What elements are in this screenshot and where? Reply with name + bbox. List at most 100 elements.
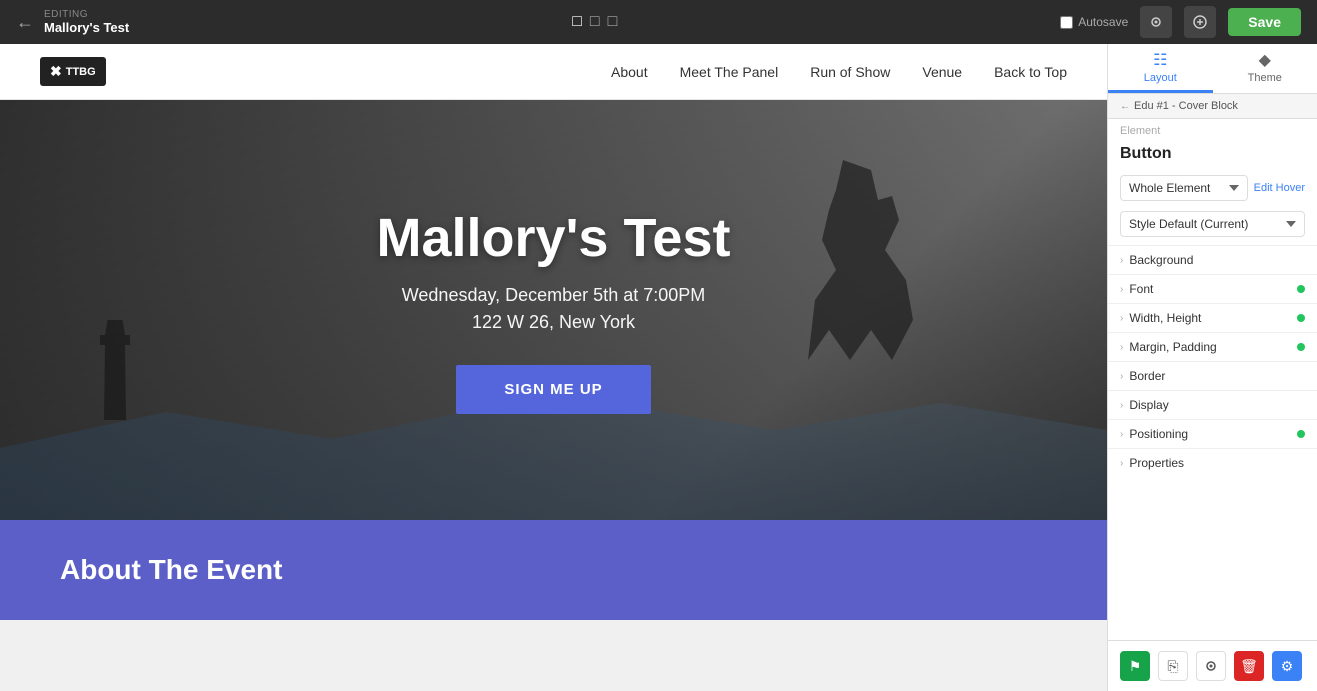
prop-row-background-left: › Background	[1120, 253, 1193, 267]
prop-chevron-icon: ›	[1120, 284, 1123, 295]
prop-row-properties-left: › Properties	[1120, 456, 1184, 470]
prop-chevron-icon: ›	[1120, 255, 1123, 266]
prop-chevron-icon: ›	[1120, 342, 1123, 353]
hero-cta-button[interactable]: SIGN ME UP	[456, 365, 650, 414]
save-button[interactable]: Save	[1228, 8, 1301, 36]
delete-element-button[interactable]: 🗑	[1234, 651, 1264, 681]
prop-row-wh-left: › Width, Height	[1120, 311, 1201, 325]
save-element-button[interactable]: ⚑	[1120, 651, 1150, 681]
panel-tabs: ☷ Layout ◆ Theme	[1108, 44, 1317, 94]
about-section: About The Event	[0, 520, 1107, 620]
hero-title: Mallory's Test	[377, 207, 731, 269]
tab-theme-label: Theme	[1248, 72, 1282, 84]
theme-icon: ◆	[1259, 50, 1271, 70]
hero-location: 122 W 26, New York	[472, 312, 635, 333]
tablet-icon[interactable]: □	[590, 13, 600, 31]
tab-theme[interactable]: ◆ Theme	[1213, 44, 1317, 93]
autosave-checkbox[interactable]	[1060, 16, 1073, 29]
autosave-label[interactable]: Autosave	[1060, 15, 1128, 29]
tab-layout[interactable]: ☷ Layout	[1108, 44, 1213, 93]
site-logo: ✖ TTBG	[40, 57, 106, 86]
hero-date: Wednesday, December 5th at 7:00PM	[402, 285, 706, 306]
editing-text: EDITING	[44, 9, 129, 20]
prop-dot-empty	[1297, 256, 1305, 264]
panel-bottom-toolbar: ⚑ ⎘ 🗑 ⚙	[1108, 640, 1317, 691]
prop-row-background[interactable]: › Background	[1108, 245, 1317, 274]
prop-label-background: Background	[1129, 253, 1193, 267]
hero-content: Mallory's Test Wednesday, December 5th a…	[0, 100, 1107, 520]
nav-item-back-to-top[interactable]: Back to Top	[994, 64, 1067, 80]
preview-button[interactable]	[1140, 6, 1172, 38]
site-nav: About Meet The Panel Run of Show Venue B…	[611, 64, 1067, 80]
editing-label: EDITING Mallory's Test	[44, 9, 129, 35]
breadcrumb-arrow-icon: ←	[1120, 101, 1130, 112]
prop-row-font[interactable]: › Font	[1108, 274, 1317, 303]
desktop-icon[interactable]: □	[572, 13, 582, 31]
prop-row-font-left: › Font	[1120, 282, 1153, 296]
prop-row-positioning-left: › Positioning	[1120, 427, 1188, 441]
page-name: Mallory's Test	[44, 20, 129, 35]
hero-section: Mallory's Test Wednesday, December 5th a…	[0, 100, 1107, 520]
prop-row-margin-padding[interactable]: › Margin, Padding	[1108, 332, 1317, 361]
prop-row-mp-left: › Margin, Padding	[1120, 340, 1217, 354]
prop-label-properties: Properties	[1129, 456, 1184, 470]
prop-chevron-icon: ›	[1120, 458, 1123, 469]
breadcrumb[interactable]: ← Edu #1 - Cover Block	[1108, 94, 1317, 119]
prop-chevron-icon: ›	[1120, 371, 1123, 382]
nav-item-run-of-show[interactable]: Run of Show	[810, 64, 890, 80]
prop-chevron-icon: ›	[1120, 400, 1123, 411]
prop-dot-empty	[1297, 372, 1305, 380]
back-button[interactable]: ←	[16, 12, 34, 33]
prop-label-width-height: Width, Height	[1129, 311, 1201, 325]
prop-dot-font	[1297, 285, 1305, 293]
element-label: Element	[1108, 119, 1317, 139]
prop-chevron-icon: ›	[1120, 313, 1123, 324]
collab-button[interactable]	[1184, 6, 1216, 38]
settings-element-button[interactable]: ⚙	[1272, 651, 1302, 681]
top-bar: ← EDITING Mallory's Test □ □ □ Autosave …	[0, 0, 1317, 44]
tab-layout-label: Layout	[1144, 72, 1177, 84]
logo-text: TTBG	[66, 66, 96, 78]
prop-label-display: Display	[1129, 398, 1168, 412]
copy-element-button[interactable]: ⎘	[1158, 651, 1188, 681]
panel-section-title: Button	[1108, 139, 1317, 171]
about-title: About The Event	[60, 554, 282, 586]
top-bar-right: Autosave Save	[1060, 6, 1301, 38]
prop-dot-positioning	[1297, 430, 1305, 438]
logo-cross-icon: ✖	[50, 63, 62, 80]
edit-hover-button[interactable]: Edit Hover	[1254, 182, 1305, 194]
nav-item-about[interactable]: About	[611, 64, 648, 80]
right-panel: ☷ Layout ◆ Theme ← Edu #1 - Cover Block …	[1107, 44, 1317, 691]
canvas-area: ✖ TTBG About Meet The Panel Run of Show …	[0, 44, 1107, 691]
prop-row-display[interactable]: › Display	[1108, 390, 1317, 419]
prop-dot-empty	[1297, 459, 1305, 467]
prop-label-margin-padding: Margin, Padding	[1129, 340, 1216, 354]
hide-element-button[interactable]	[1196, 651, 1226, 681]
prop-row-properties[interactable]: › Properties	[1108, 448, 1317, 477]
prop-row-border-left: › Border	[1120, 369, 1165, 383]
prop-label-font: Font	[1129, 282, 1153, 296]
style-default-select[interactable]: Style Default (Current)	[1120, 211, 1305, 237]
nav-item-venue[interactable]: Venue	[922, 64, 962, 80]
prop-dot-empty	[1297, 401, 1305, 409]
prop-label-border: Border	[1129, 369, 1165, 383]
prop-row-positioning[interactable]: › Positioning	[1108, 419, 1317, 448]
prop-dot-margin-padding	[1297, 343, 1305, 351]
prop-chevron-icon: ›	[1120, 429, 1123, 440]
device-switcher: □ □ □	[572, 13, 617, 31]
whole-element-select[interactable]: Whole Element	[1120, 175, 1248, 201]
prop-label-positioning: Positioning	[1129, 427, 1188, 441]
breadcrumb-text: Edu #1 - Cover Block	[1134, 100, 1238, 112]
prop-row-border[interactable]: › Border	[1108, 361, 1317, 390]
top-bar-left: ← EDITING Mallory's Test	[16, 9, 129, 35]
prop-row-display-left: › Display	[1120, 398, 1169, 412]
style-dropdown-row: Style Default (Current)	[1108, 209, 1317, 245]
nav-item-meet-panel[interactable]: Meet The Panel	[680, 64, 779, 80]
prop-row-width-height[interactable]: › Width, Height	[1108, 303, 1317, 332]
logo-box: ✖ TTBG	[40, 57, 106, 86]
whole-element-row: Whole Element Edit Hover	[1108, 171, 1317, 209]
main-layout: ✖ TTBG About Meet The Panel Run of Show …	[0, 44, 1317, 691]
layout-icon: ☷	[1153, 50, 1167, 70]
site-header: ✖ TTBG About Meet The Panel Run of Show …	[0, 44, 1107, 100]
mobile-icon[interactable]: □	[608, 13, 618, 31]
